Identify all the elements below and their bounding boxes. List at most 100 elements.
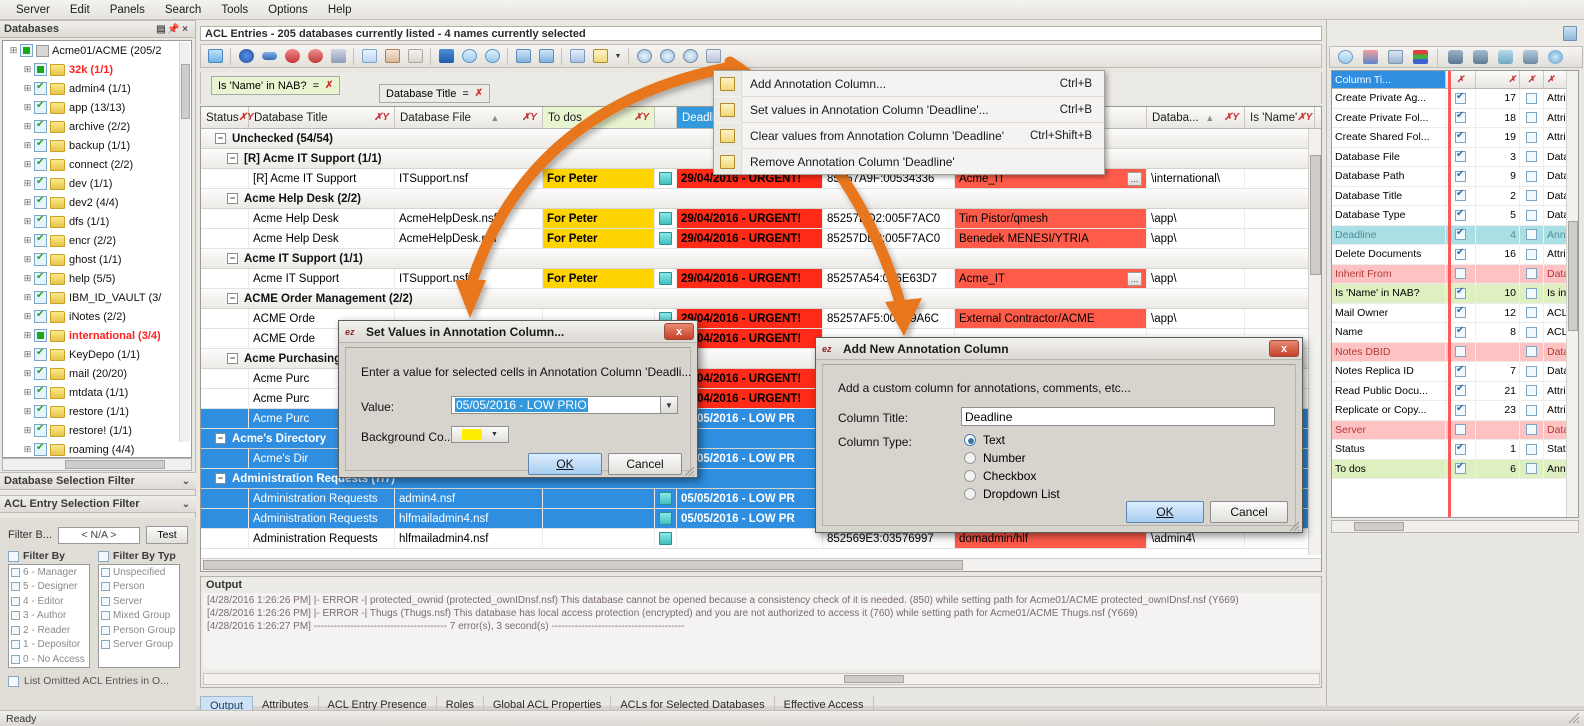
cell-to-dos[interactable]: For Peter bbox=[543, 169, 655, 188]
cell-deadline[interactable]: 29/04/2016 - URGENT! bbox=[677, 269, 823, 288]
collapse-icon[interactable]: − bbox=[227, 253, 238, 264]
column-header-to-dos[interactable]: To dos ✗Y bbox=[543, 107, 655, 128]
cell-name[interactable]: External Contractor/ACME bbox=[955, 309, 1147, 328]
cell-status[interactable] bbox=[201, 509, 249, 528]
checkbox[interactable] bbox=[1526, 209, 1537, 221]
column-group-checkbox-cell[interactable] bbox=[1520, 342, 1544, 361]
column-group-checkbox-cell[interactable] bbox=[1520, 459, 1544, 478]
column-header-icon[interactable] bbox=[655, 107, 677, 128]
palette-icon[interactable] bbox=[1409, 47, 1431, 68]
expand-icon[interactable]: ⊞ bbox=[21, 387, 34, 398]
cell-status[interactable] bbox=[201, 449, 249, 468]
cell-deadline[interactable]: 29/04/2016 - URGENT! bbox=[677, 209, 823, 228]
cell-is-name-in-nab[interactable] bbox=[1245, 209, 1315, 228]
cell-status[interactable] bbox=[201, 409, 249, 428]
checkbox[interactable] bbox=[1455, 268, 1466, 280]
column-order-cell[interactable]: 3 bbox=[1476, 147, 1520, 166]
tree-checkbox[interactable] bbox=[34, 138, 47, 152]
expand-icon[interactable]: ⊞ bbox=[21, 254, 34, 265]
column-filter-icon[interactable]: ✗Y bbox=[522, 112, 537, 123]
tree-checkbox[interactable] bbox=[34, 119, 47, 133]
checkbox[interactable] bbox=[1455, 325, 1466, 338]
checkbox[interactable] bbox=[1455, 403, 1466, 416]
column-manager-row[interactable]: Notes DBID Data... bbox=[1332, 342, 1578, 362]
tree-item[interactable]: ⊞ app (13/13) bbox=[3, 98, 191, 117]
column-name-cell[interactable]: Create Shared Fol... bbox=[1332, 128, 1446, 147]
column-group-checkbox-cell[interactable] bbox=[1520, 225, 1544, 244]
checkbox[interactable] bbox=[1526, 268, 1537, 280]
filter-list-item[interactable]: Server bbox=[99, 594, 179, 609]
checkbox[interactable] bbox=[1455, 364, 1466, 377]
tree-item[interactable]: ⊞ archive (2/2) bbox=[3, 117, 191, 136]
sort-ascending-icon[interactable]: ▲ bbox=[1205, 113, 1217, 123]
column-header-database-title[interactable]: Database Title ✗Y bbox=[249, 107, 395, 128]
column-manager-row[interactable]: Create Private Ag...17Attri... bbox=[1332, 89, 1578, 109]
filter-list-item[interactable]: 4 - Editor bbox=[9, 594, 89, 609]
cell-name[interactable]: Acme_IT... bbox=[955, 269, 1147, 288]
cell-to-dos[interactable]: For Peter bbox=[543, 269, 655, 288]
tree-vertical-thumb[interactable] bbox=[181, 64, 190, 119]
filter-item-checkbox[interactable] bbox=[11, 654, 20, 664]
cell-database-file[interactable]: admin4.nsf bbox=[395, 489, 543, 508]
cell-deadline[interactable]: 05/05/2016 - LOW PR bbox=[677, 489, 823, 508]
checkbox[interactable] bbox=[1455, 149, 1466, 163]
collapse-icon[interactable]: − bbox=[215, 133, 226, 144]
zoom-in-icon[interactable] bbox=[633, 46, 655, 67]
column-order-cell[interactable]: 18 bbox=[1476, 108, 1520, 127]
column-header-database-file[interactable]: Database File ▲ ✗Y bbox=[395, 107, 543, 128]
tree-item[interactable]: ⊞ iNotes (2/2) bbox=[3, 307, 191, 326]
checkbox[interactable] bbox=[1526, 326, 1537, 338]
expand-icon[interactable]: ⊞ bbox=[21, 159, 34, 170]
cell-status[interactable] bbox=[201, 269, 249, 288]
cell-deadline[interactable] bbox=[677, 529, 823, 548]
tree-item[interactable]: ⊞ help (5/5) bbox=[3, 269, 191, 288]
column-filter-icon[interactable]: ✗Y bbox=[1297, 112, 1312, 123]
cell-database-path[interactable]: \app\ bbox=[1147, 269, 1245, 288]
cell-database-path[interactable]: \app\ bbox=[1147, 309, 1245, 328]
menu-item-edit[interactable]: Edit bbox=[60, 2, 100, 18]
zoom-out-icon[interactable] bbox=[656, 46, 678, 67]
color-columns-icon[interactable] bbox=[1359, 47, 1381, 68]
checkbox[interactable] bbox=[1526, 404, 1537, 416]
column-header-is-name-[interactable]: Is 'Name' ✗Y bbox=[1245, 107, 1315, 128]
output-horizontal-thumb[interactable] bbox=[844, 675, 904, 683]
column-group-checkbox-cell[interactable] bbox=[1520, 381, 1544, 400]
add-person-icon[interactable] bbox=[235, 46, 257, 67]
checkbox[interactable] bbox=[1526, 463, 1537, 475]
annotation-dropdown-arrow[interactable]: ▼ bbox=[612, 46, 624, 67]
cell-database-path[interactable]: \app\ bbox=[1147, 209, 1245, 228]
value-dropdown-arrow[interactable]: ▼ bbox=[661, 396, 678, 414]
cell-notes-replica-id[interactable]: 85257DD2:005F7AC0 bbox=[823, 229, 955, 248]
collapse-icon[interactable]: − bbox=[227, 353, 238, 364]
column-filter-icon[interactable]: ✗Y bbox=[1224, 112, 1239, 123]
filter-list-item[interactable]: 1 - Depositor bbox=[9, 638, 89, 653]
tree-item[interactable]: ⊞ international (3/4) bbox=[3, 326, 191, 345]
column-group-checkbox-cell[interactable] bbox=[1520, 284, 1544, 303]
expand-icon[interactable]: ⊞ bbox=[21, 406, 34, 417]
checkbox[interactable] bbox=[1526, 307, 1537, 319]
add-column-titlebar[interactable]: ez Add New Annotation Column x bbox=[816, 338, 1302, 360]
filter-item-checkbox[interactable] bbox=[101, 596, 110, 606]
resize-grip[interactable] bbox=[684, 466, 695, 477]
checkbox[interactable] bbox=[1526, 229, 1537, 241]
filter-value-input[interactable]: < N/A > bbox=[58, 526, 140, 544]
cell-database-file[interactable]: AcmeHelpDesk.nsf bbox=[395, 209, 543, 228]
value-input[interactable]: 05/05/2016 - LOW PRIO bbox=[451, 396, 661, 414]
column-order-cell[interactable]: 17 bbox=[1476, 89, 1520, 108]
checkbox[interactable] bbox=[1526, 170, 1537, 182]
tree-checkbox[interactable] bbox=[34, 290, 47, 304]
tree-item[interactable]: ⊞ ghost (1/1) bbox=[3, 250, 191, 269]
filter-item-checkbox[interactable] bbox=[101, 625, 110, 635]
column-group-checkbox-cell[interactable] bbox=[1520, 245, 1544, 264]
close-icon[interactable]: x bbox=[1269, 340, 1299, 357]
column-header-databa-[interactable]: Databa... ▲ ✗Y bbox=[1147, 107, 1245, 128]
checkbox[interactable] bbox=[1526, 151, 1537, 163]
cell-deadline[interactable]: 29/04/2016 - URGENT! bbox=[677, 329, 823, 348]
collapse-icon[interactable]: − bbox=[215, 473, 226, 484]
tree-item[interactable]: ⊞ encr (2/2) bbox=[3, 231, 191, 250]
refresh-icon[interactable] bbox=[204, 46, 226, 67]
cell-status[interactable] bbox=[201, 309, 249, 328]
filter-remove-icon[interactable]: ✗ bbox=[325, 80, 333, 91]
set-values-cancel-button[interactable]: Cancel bbox=[608, 453, 682, 475]
checkbox[interactable] bbox=[1455, 130, 1466, 143]
